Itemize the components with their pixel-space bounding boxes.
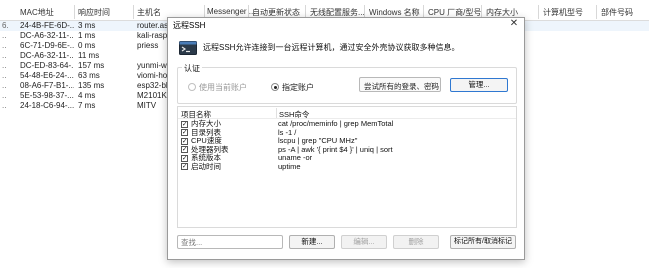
close-icon[interactable]: ✕: [508, 18, 520, 30]
mark-all-button[interactable]: 标记所有/取消标记: [450, 235, 516, 249]
chevron-down-icon: ⌵: [430, 80, 436, 87]
dialog-titlebar[interactable]: 远程SSH ✕: [168, 18, 524, 32]
new-button[interactable]: 新建...: [289, 235, 335, 249]
column-response-time[interactable]: 响应时间: [78, 7, 110, 18]
list-item[interactable]: ✓ 启动时间 uptime: [178, 162, 516, 172]
manage-button[interactable]: 管理...: [450, 78, 508, 92]
command-list-header: 项目名称 SSH命令: [178, 107, 516, 119]
column-hostname[interactable]: 主机名: [137, 7, 161, 18]
column-mac[interactable]: MAC地址: [20, 7, 54, 18]
delete-button[interactable]: 删除: [393, 235, 439, 249]
app-window: MAC地址 响应时间 主机名 Messenger ... 自动更新状态 无线配置…: [0, 0, 649, 268]
list-item[interactable]: ✓ 处理器列表 ps -A | awk '{ print $4 }' | uni…: [178, 145, 516, 155]
dialog-title: 远程SSH: [173, 21, 206, 30]
column-computer-model[interactable]: 计算机型号: [543, 7, 583, 18]
auth-group-label: 认证: [182, 63, 202, 74]
list-item[interactable]: ✓ 系统版本 uname -or: [178, 153, 516, 163]
login-method-select[interactable]: 尝试所有的登录、密码 ⌵: [359, 77, 441, 92]
radio-current-account[interactable]: 使用当前账户: [188, 81, 247, 93]
column-part-number[interactable]: 部件号码: [601, 7, 633, 18]
item-checkbox[interactable]: ✓: [181, 163, 188, 170]
item-checkbox[interactable]: ✓: [181, 129, 188, 136]
item-checkbox[interactable]: ✓: [181, 120, 188, 128]
edit-button[interactable]: 编辑...: [341, 235, 387, 249]
radio-specified-account[interactable]: 指定账户: [271, 81, 314, 93]
terminal-icon: [179, 41, 197, 55]
radio-current-dot: [188, 83, 196, 91]
item-checkbox[interactable]: ✓: [181, 137, 188, 145]
list-item[interactable]: ✓ 内存大小 cat /proc/meminfo | grep MemTotal: [178, 119, 516, 129]
remote-ssh-dialog: 远程SSH ✕ 远程SSH允许连接到一台远程计算机，通过安全外壳协议获取多种信息…: [167, 17, 525, 260]
radio-specified-dot: [271, 83, 279, 91]
item-checkbox[interactable]: ✓: [181, 146, 188, 153]
item-checkbox[interactable]: ✓: [181, 154, 188, 162]
search-input[interactable]: [177, 235, 283, 249]
ssh-command-list: 项目名称 SSH命令 ✓ 内存大小 cat /proc/meminfo | gr…: [177, 106, 517, 228]
dialog-description: 远程SSH允许连接到一台远程计算机，通过安全外壳协议获取多种信息。: [203, 43, 460, 52]
